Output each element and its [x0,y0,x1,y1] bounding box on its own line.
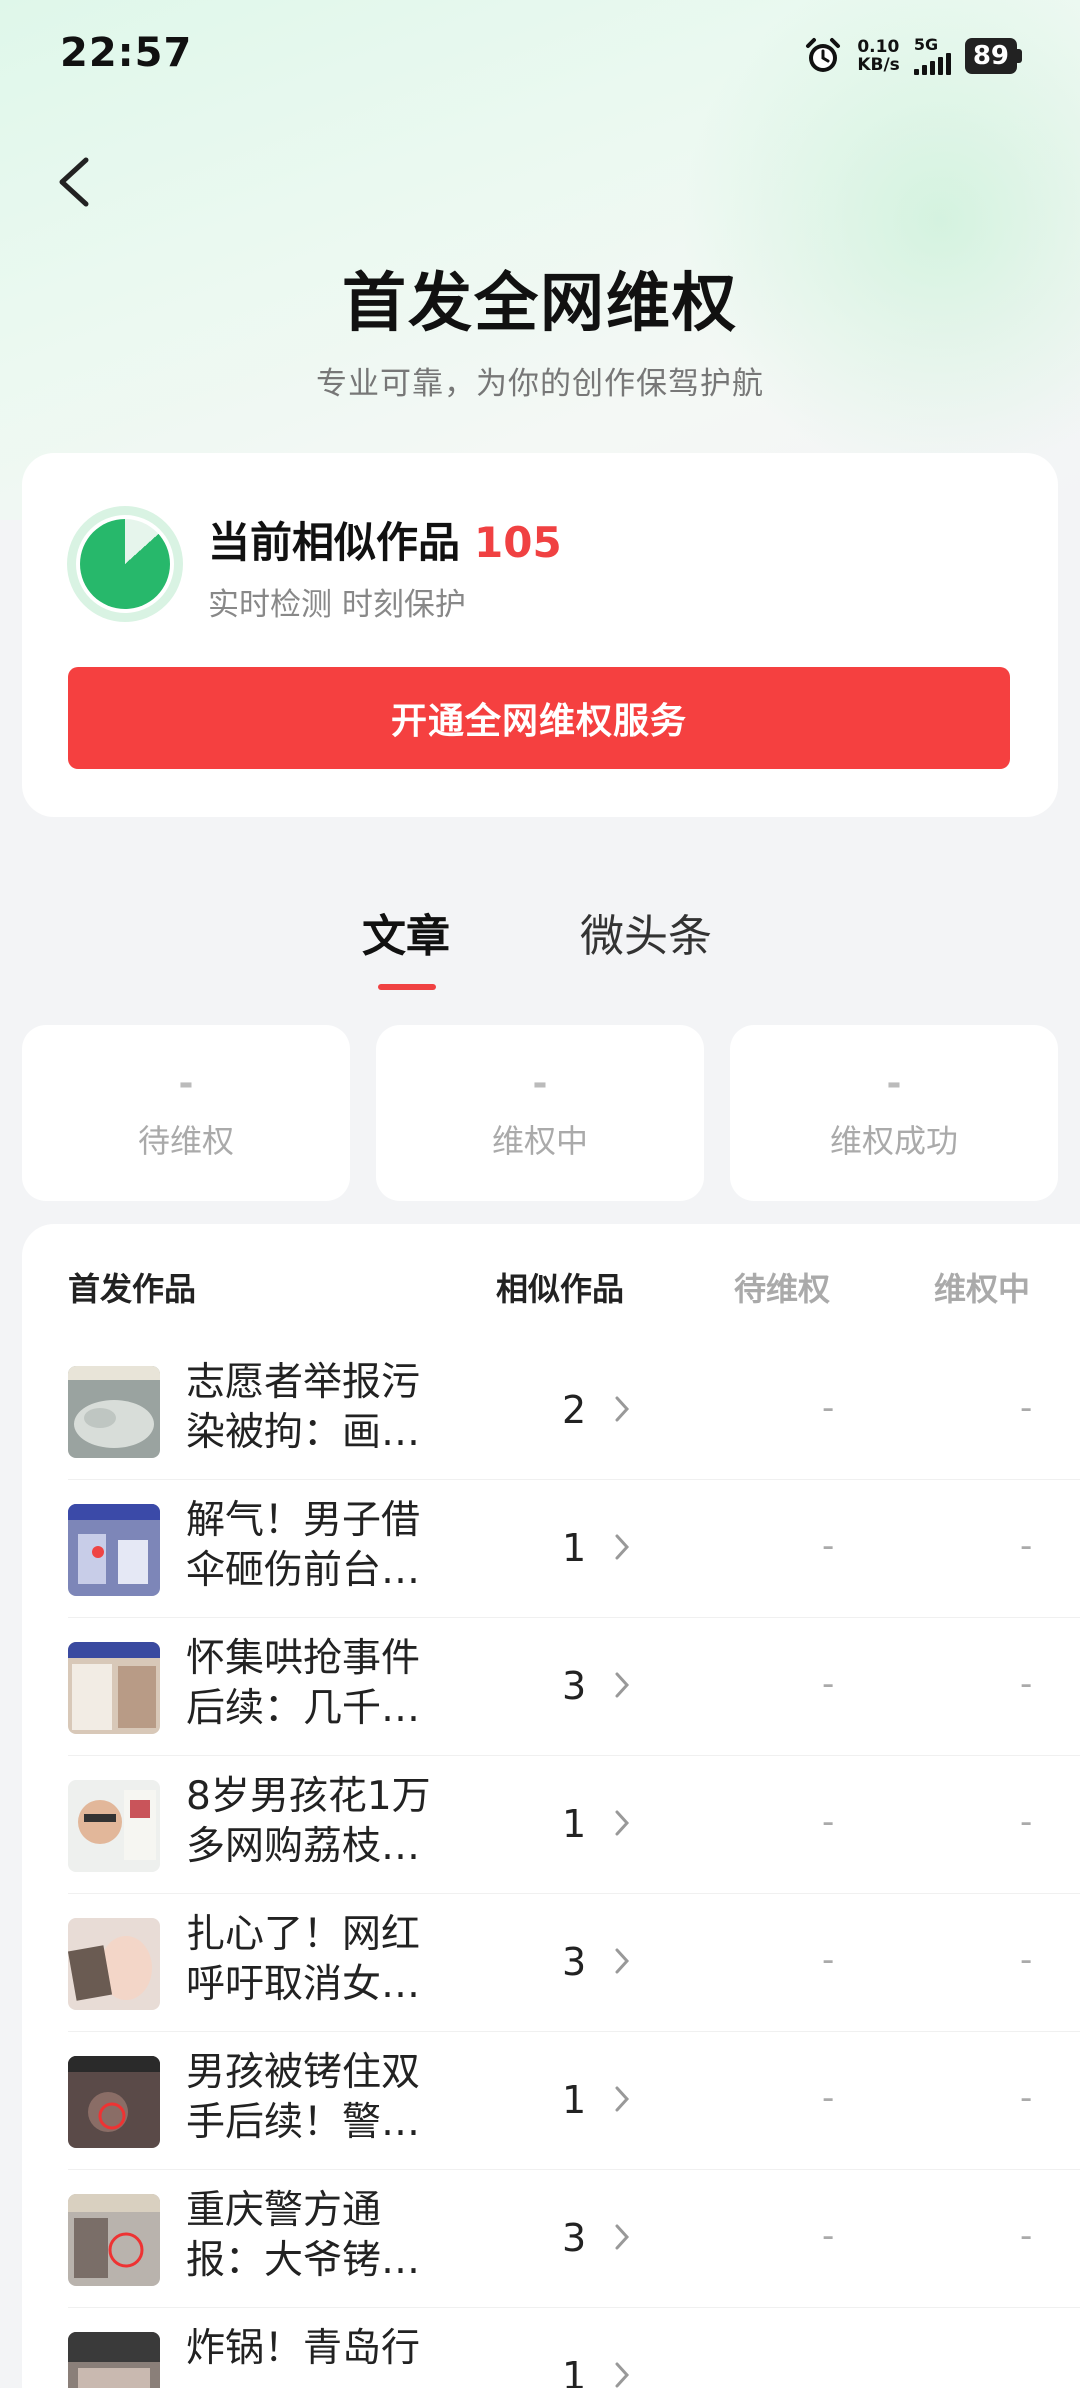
row-similar-count: 2 [562,1388,587,1432]
row-title: 重庆警方通报：大爷铐… [186,2188,421,2283]
stat-pending-label: 待维权 [137,1122,234,1160]
col-head-similar: 相似作品 [496,1270,625,1308]
row-pending: - [822,1526,835,1566]
row-in-progress: - [1020,1388,1033,1428]
article-thumbnail [68,1918,160,2010]
page-title: 首发全网维权 [342,267,738,341]
signal-label: 5G [913,35,939,54]
stat-pending-value: - [178,1063,194,1104]
table-row[interactable]: 怀集哄抢事件后续：几千… 3 - - [22,1618,1080,1756]
article-thumbnail [68,1642,160,1734]
stat-success-value: - [886,1063,902,1104]
table-row[interactable]: 8岁男孩花1万多网购荔枝… 1 - - [22,1756,1080,1894]
activate-protection-button[interactable]: 开通全网维权服务 [68,667,1010,769]
row-pending: - [822,1664,835,1704]
row-pending: - [822,1940,835,1980]
home-indicator [0,2342,1080,2388]
table-row[interactable]: 解气！男子借伞砸伤前台… 1 - - [22,1480,1080,1618]
col-head-pending: 待维权 [734,1270,831,1308]
article-thumbnail [68,1504,160,1596]
works-table: 首发作品 相似作品 待维权 维权中 志愿者举报污染被拘：画… 2 - - 解气！… [22,1224,1080,2388]
chevron-right-icon [615,1948,630,1974]
alarm-icon [803,36,843,76]
chevron-right-icon [615,1534,630,1560]
article-thumbnail [68,2194,160,2286]
page-subtitle: 专业可靠，为你的创作保驾护航 [316,366,764,402]
row-in-progress: - [1020,1802,1033,1842]
summary-tags: 实时检测 时刻保护 [208,587,466,623]
row-in-progress: - [1020,1526,1033,1566]
table-row[interactable]: 志愿者举报污染被拘：画… 2 - - [22,1342,1080,1480]
row-in-progress: - [1020,1940,1033,1980]
similar-works-text: 当前相似作品 [208,518,461,567]
table-row[interactable]: 扎心了！网红呼吁取消女… 3 - - [22,1894,1080,2032]
status-bar: 22:57 0.10 KB/s 5G 89 [0,0,1080,116]
network-speed: 0.10 KB/s [857,38,899,74]
row-in-progress: - [1020,1664,1033,1704]
chevron-right-icon [615,2086,630,2112]
row-title: 志愿者举报污染被拘：画… [186,1360,421,1455]
content-tabs: 文章 微头条 [0,900,1080,1000]
chevron-left-icon [59,157,89,207]
table-row[interactable]: 男孩被铐住双手后续！警… 1 - - [22,2032,1080,2170]
row-pending: - [822,2216,835,2256]
chevron-right-icon [615,1810,630,1836]
row-pending: - [822,2078,835,2118]
stat-in-progress-label: 维权中 [491,1122,588,1160]
row-title: 怀集哄抢事件后续：几千… [186,1636,421,1731]
row-similar-count: 3 [562,2216,587,2260]
row-in-progress: - [1020,2216,1033,2256]
signal-icon: 5G [913,35,951,75]
row-similar-count: 3 [562,1664,587,1708]
battery-level: 89 [964,38,1017,74]
status-time: 22:57 [60,30,193,76]
tab-micro-posts[interactable]: 微头条 [580,900,712,964]
tab-articles[interactable]: 文章 [362,900,450,964]
back-button[interactable] [50,140,110,220]
row-similar-count: 3 [562,1940,587,1984]
col-head-original: 首发作品 [68,1270,197,1308]
row-title: 解气！男子借伞砸伤前台… [186,1498,421,1593]
row-title: 男孩被铐住双手后续！警… [186,2050,421,2145]
stat-in-progress-value: - [532,1063,548,1104]
stat-pending[interactable]: - 待维权 [22,1025,350,1201]
article-thumbnail [68,2056,160,2148]
chevron-right-icon [615,2224,630,2250]
col-head-in-progress: 维权中 [934,1270,1031,1308]
table-row[interactable]: 重庆警方通报：大爷铐… 3 - - [22,2170,1080,2308]
detection-ring-icon [67,506,183,622]
network-speed-value: 0.10 [857,37,900,57]
stat-success[interactable]: - 维权成功 [730,1025,1058,1201]
row-title: 扎心了！网红呼吁取消女… [186,1912,421,2007]
row-similar-count: 1 [562,1802,587,1846]
page: 22:57 0.10 KB/s 5G 89 首发全网维权 专业可靠，为你的创作保… [0,0,1080,2388]
table-header: 首发作品 相似作品 待维权 维权中 [22,1264,1080,1324]
network-speed-unit: KB/s [857,55,900,75]
row-similar-count: 1 [562,2078,587,2122]
article-thumbnail [68,1780,160,1872]
chevron-right-icon [615,1672,630,1698]
row-in-progress: - [1020,2078,1033,2118]
summary-card: 当前相似作品 105 实时检测 时刻保护 开通全网维权服务 [22,453,1058,817]
stat-success-label: 维权成功 [829,1122,958,1160]
similar-works-label: 当前相似作品 105 [208,509,562,570]
battery-icon: 89 [964,38,1022,74]
chevron-right-icon [615,1396,630,1422]
row-pending: - [822,1802,835,1842]
tab-active-indicator [378,984,436,990]
row-similar-count: 1 [562,1526,587,1570]
status-icons: 0.10 KB/s 5G 89 [803,36,1022,76]
row-pending: - [822,1388,835,1428]
similar-works-count: 105 [474,518,562,567]
stat-in-progress[interactable]: - 维权中 [376,1025,704,1201]
article-thumbnail [68,1366,160,1458]
signal-bars [913,53,951,75]
row-title: 8岁男孩花1万多网购荔枝… [186,1774,431,1869]
